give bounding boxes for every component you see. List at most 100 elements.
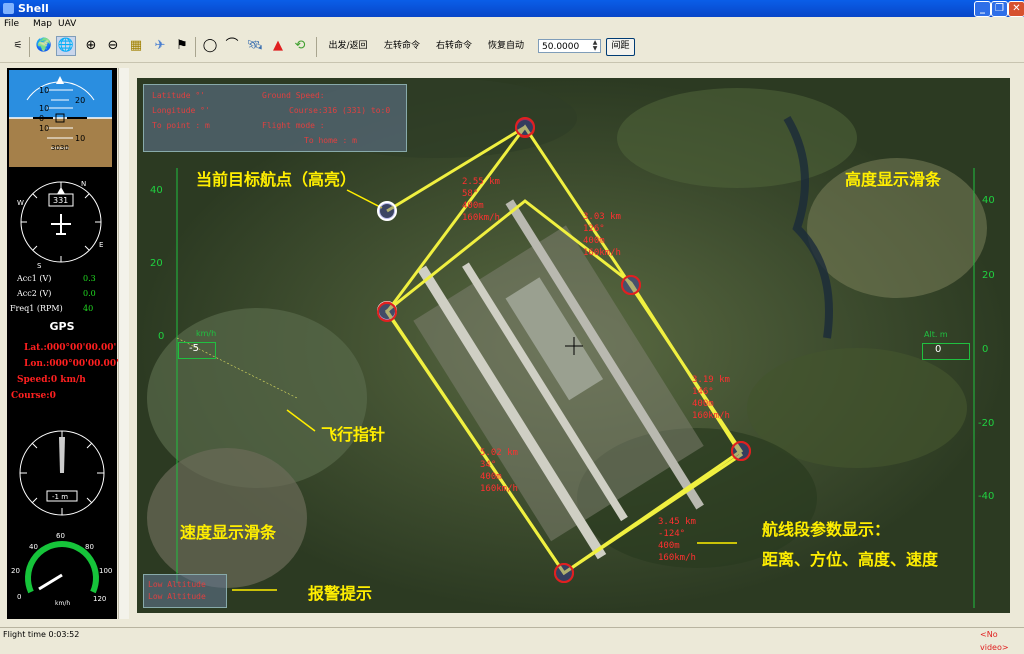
polygon-icon[interactable]: ⌒ [222,36,242,56]
sensor-label: Freq1 (RPM) [10,304,63,313]
sensor-readouts: Acc1 (V) 0.3 Acc2 (V) 0.0 Freq1 (RPM) 40 [9,271,115,317]
speedometer: 0 20 40 60 80 100 120 km/h [11,532,112,607]
speed-slider[interactable]: 40 20 0 -5 km/h [148,170,216,510]
settings-icon[interactable]: ⚟ [8,36,28,56]
alt-slider-tick: 20 [982,270,995,281]
sensor-value: 0.0 [83,289,96,298]
toolbar-separator [316,37,317,57]
annotation-current-target: 当前目标航点（高亮） [196,170,357,189]
attitude-indicator: 10 20 10 0 10 10 3030 [9,70,112,167]
toolbar: ⚟ 🌍 🌐 ⊕ ⊖ ▦ ✈ ⚑ ◯ ⌒ 🛰 ▲ ⟲ 出发/返回 左转命令 右转命… [0,31,1024,63]
flight-time: Flight time 0:03:52 [3,630,80,639]
speed-tick: 100 [99,567,112,575]
speed-tick: 20 [11,567,20,575]
annotation-segment-params: 航线段参数显示： [762,520,891,539]
satellite-icon[interactable]: 🛰 [245,36,265,56]
toolbar-separator [195,37,196,57]
airplane-icon[interactable]: ✈ [150,36,170,56]
segment-label: 5.02 km 34° 400m 160km/h [480,448,518,494]
gps-panel: GPS Lat.:000°00'00.00' Lon.:000°00'00.00… [9,318,119,420]
info-to-point: To point : m [152,121,210,130]
compass: 331 N W E S [9,172,112,269]
info-ground-speed: Ground Speed: [262,91,325,100]
route-icon[interactable]: ⚑ [172,36,192,56]
alt-slider-tick: -20 [978,418,995,429]
annotation-flight-pointer: 飞行指针 [321,425,386,444]
speed-tick: 0 [17,593,21,601]
segment-label: 3.03 km 126° 400m 160km/h [583,212,621,258]
altitude-slider[interactable]: 40 20 0 -20 -40 0 Alt. m [920,190,1010,510]
spacing-spinner[interactable]: ▲ ▼ [590,40,600,52]
segment-label: 3.45 km -124° 400m 160km/h [658,517,696,563]
info-flight-mode: Flight mode : [262,121,325,130]
menu-uav[interactable]: UAV [58,17,76,31]
title-bar: Shell _ ❐ ✕ [0,0,1024,17]
app-icon [3,3,14,14]
sensor-value: 40 [83,304,94,313]
speed-tick: 60 [56,532,65,540]
info-course: Course:316 (331) to:0 [289,106,391,115]
alt-slider-unit: Alt. m [924,330,948,339]
annotation-segment-params-2: 距离、方位、高度、速度 [762,550,939,569]
globe-icon[interactable]: 🌍 [34,36,54,56]
menu-bar: File Map UAV [0,17,1024,31]
annotation-speed-slider: 速度显示滑条 [180,523,277,542]
sensor-value: 0.3 [83,274,96,283]
info-latitude: Latitude °' [152,91,205,100]
menu-map[interactable]: Map [33,17,52,31]
altimeter-readout: -1 m [52,493,68,501]
spacing-button[interactable]: 间距 [606,38,635,56]
refresh-icon[interactable]: ⟲ [290,36,310,56]
grid-icon[interactable]: ▦ [126,36,146,56]
segment-label: 2.55 km 58° 400m 160km/h [462,177,500,223]
speed-slider-readout: -5 [189,343,199,354]
compass-e-label: E [99,241,103,249]
instrument-panel-scrollbar[interactable] [118,68,129,619]
marker-icon[interactable]: ▲ [268,36,288,56]
turn-left-button[interactable]: 左转命令 [380,37,424,55]
segment-label: 3.19 km 146° 400m 160km/h [692,375,730,421]
circle-icon[interactable]: ◯ [200,36,220,56]
sensor-label: Acc1 (V) [17,274,52,283]
pitch-label: 10 [39,124,49,133]
depart-return-button[interactable]: 出发/返回 [325,37,371,55]
pitch-label: 10 [39,104,49,113]
toolbar-separator [29,37,30,57]
gps-course: Course:0 [11,391,56,401]
pitch-label: 10 [39,86,49,95]
compass-n-label: N [81,180,86,188]
satellite-map-icon[interactable]: 🌐 [56,36,76,56]
speed-slider-unit: km/h [196,329,217,338]
resume-auto-button[interactable]: 恢复自动 [484,37,528,55]
alt-slider-tick: 0 [982,344,989,355]
zoom-out-icon[interactable]: ⊖ [103,36,123,56]
pitch-label: 10 [75,134,85,143]
minimize-button[interactable]: _ [974,1,991,17]
annotation-alarm: 报警提示 [308,584,373,603]
speed-slider-thumb[interactable]: -5 [178,342,216,359]
speed-tick: 40 [29,543,38,551]
flight-info-panel: Latitude °' Longitude °' To point : m Gr… [143,84,407,152]
alt-slider-readout: 0 [935,344,942,355]
zoom-in-icon[interactable]: ⊕ [81,36,101,56]
turn-right-button[interactable]: 右转命令 [432,37,476,55]
video-status: <No video> [980,630,1009,652]
menu-file[interactable]: File [4,17,19,31]
gps-title: GPS [49,320,75,333]
alarm-text: Low Altitude [148,580,206,589]
sensor-label: Acc2 (V) [17,289,52,298]
gps-lat: Lat.:000°00'00.00' [24,343,117,353]
close-button[interactable]: ✕ [1008,1,1024,17]
alarm-text: Low Altitude [148,592,206,601]
speed-slider-tick: 20 [150,258,163,269]
heading-readout: 331 [53,196,68,205]
window-title: Shell [18,2,49,15]
speed-tick: 120 [93,595,106,603]
annotation-alt-slider: 高度显示滑条 [845,170,942,189]
gps-speed: Speed:0 km/h [17,375,86,385]
speed-tick: 80 [85,543,94,551]
alt-slider-thumb[interactable]: 0 [922,343,970,360]
maximize-button[interactable]: ❐ [991,1,1008,17]
speed-slider-tick: 0 [158,331,165,342]
alt-slider-tick: -40 [978,491,995,502]
